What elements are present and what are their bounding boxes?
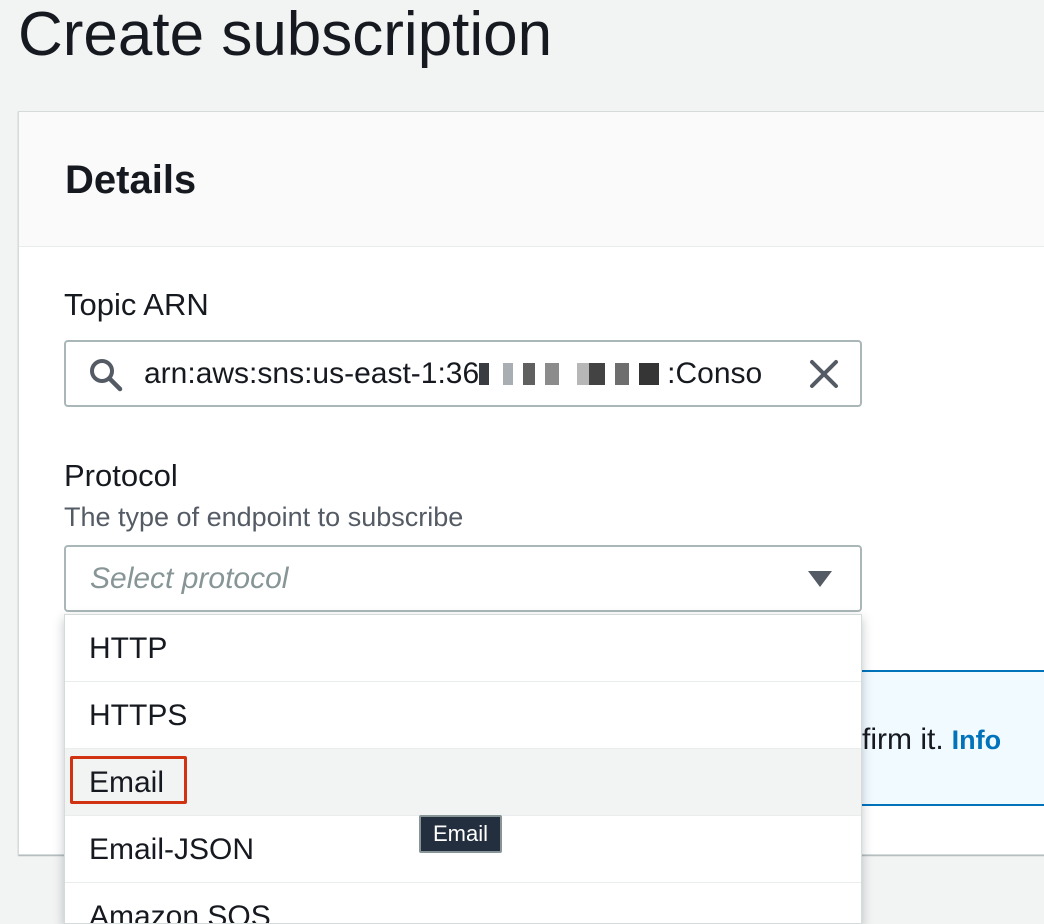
topic-arn-value-suffix: :Conso xyxy=(667,357,763,390)
protocol-label: Protocol xyxy=(64,458,178,493)
protocol-dropdown-list: HTTP HTTPS Email Email-JSON Amazon SQS xyxy=(64,614,862,924)
protocol-select[interactable]: Select protocol xyxy=(64,545,862,612)
option-amazon-sqs[interactable]: Amazon SQS xyxy=(65,883,861,923)
option-email[interactable]: Email xyxy=(65,749,861,816)
option-label: HTTP xyxy=(89,632,168,665)
option-https[interactable]: HTTPS xyxy=(65,682,861,749)
details-panel-header: Details xyxy=(19,112,1044,247)
topic-arn-value-prefix: arn:aws:sns:us-east-1:36 xyxy=(144,357,480,390)
protocol-placeholder: Select protocol xyxy=(90,562,289,595)
option-label: Email xyxy=(89,766,165,799)
option-http[interactable]: HTTP xyxy=(65,615,861,682)
topic-arn-value: arn:aws:sns:us-east-1:36 :Conso xyxy=(144,356,762,392)
page-title: Create subscription xyxy=(18,0,553,69)
info-link[interactable]: Info xyxy=(952,725,1001,755)
option-label: HTTPS xyxy=(89,699,188,732)
topic-arn-label: Topic ARN xyxy=(64,287,209,322)
close-icon[interactable] xyxy=(808,358,840,390)
details-heading: Details xyxy=(65,158,197,202)
option-label: Email-JSON xyxy=(89,833,255,866)
caret-down-icon xyxy=(808,571,832,587)
redacted-account-id xyxy=(479,363,668,385)
alert-text-wrap: firm it. Info xyxy=(862,722,1001,758)
tooltip: Email xyxy=(419,815,503,853)
search-icon xyxy=(90,359,123,392)
topic-arn-input[interactable]: arn:aws:sns:us-east-1:36 :Conso xyxy=(64,340,862,407)
alert-text: firm it. xyxy=(862,723,944,756)
protocol-description: The type of endpoint to subscribe xyxy=(64,502,464,532)
